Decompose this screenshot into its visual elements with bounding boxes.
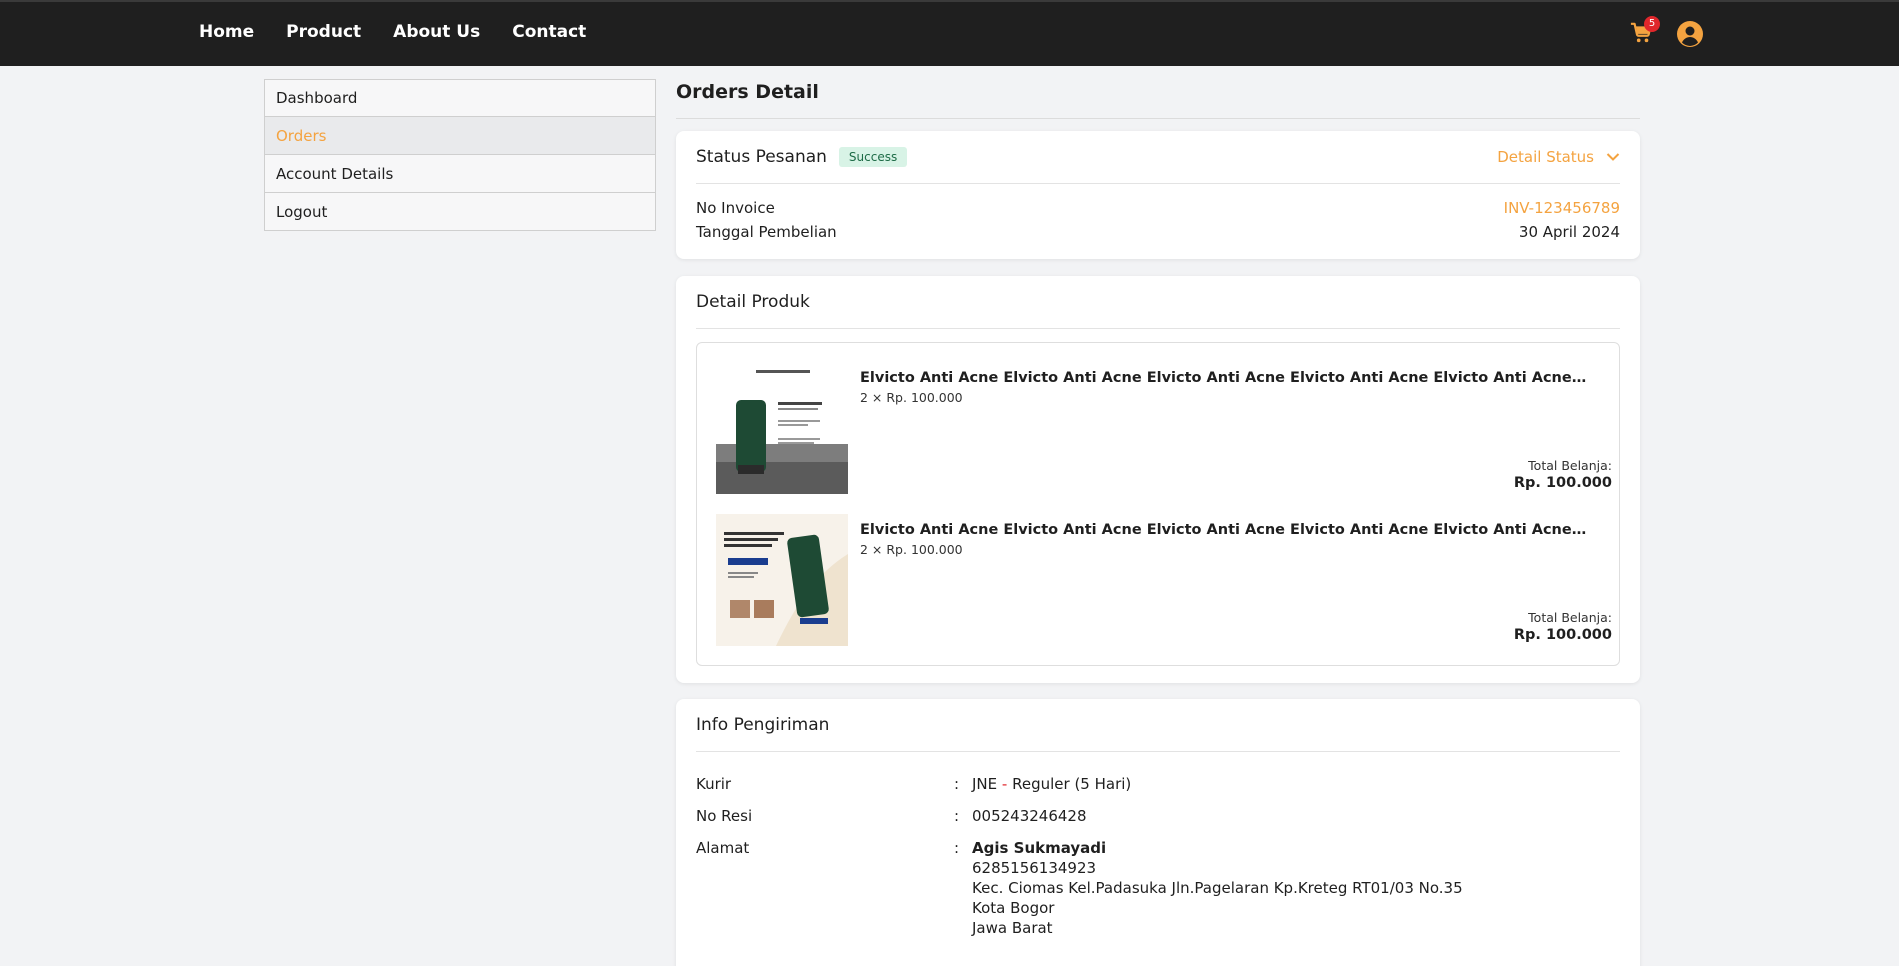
product-qty-price: 2 × Rp. 100.000 — [860, 390, 963, 405]
order-status-title: Status Pesanan — [696, 147, 827, 167]
tracking-number-row: No Resi : 005243246428 — [696, 806, 1620, 826]
tracking-number-value: 005243246428 — [972, 807, 1087, 825]
total-value: Rp. 100.000 — [1513, 627, 1612, 643]
recipient-name: Agis Sukmayadi — [972, 839, 1107, 857]
total-label: Total Belanja: — [1528, 458, 1612, 473]
order-status-header: Status Pesanan Success Detail Status — [696, 131, 1620, 184]
top-navbar: Home Product About Us Contact 5 — [0, 0, 1899, 66]
address-street: Kec. Ciomas Kel.Padasuka Jln.Pagelaran K… — [972, 879, 1463, 897]
user-account-button[interactable] — [1677, 21, 1703, 47]
recipient-phone: 6285156134923 — [972, 859, 1097, 877]
product-image[interactable] — [716, 362, 848, 494]
courier-row: Kurir : JNE - Reguler (5 Hari) — [696, 774, 1620, 794]
purchase-date-row: Tanggal Pembelian 30 April 2024 — [696, 220, 1620, 244]
nav-link-home[interactable]: Home — [199, 22, 254, 42]
sidebar-item-dashboard[interactable]: Dashboard — [264, 79, 656, 117]
shipping-details: Kurir : JNE - Reguler (5 Hari) No Resi :… — [696, 752, 1620, 938]
courier-value: JNE - Reguler (5 Hari) — [972, 774, 1620, 794]
sidebar-item-account-details[interactable]: Account Details — [264, 155, 656, 193]
list-item: Elvicto Anti Acne Elvicto Anti Acne Elvi… — [716, 514, 1616, 648]
address-province: Jawa Barat — [972, 919, 1053, 937]
status-badge: Success — [838, 147, 908, 167]
courier-name: JNE — [972, 775, 998, 793]
nav-link-about-us[interactable]: About Us — [393, 22, 480, 42]
chevron-down-icon — [1606, 153, 1620, 161]
order-status-details: No Invoice INV-123456789 Tanggal Pembeli… — [696, 184, 1620, 244]
product-name[interactable]: Elvicto Anti Acne Elvicto Anti Acne Elvi… — [860, 522, 1590, 538]
page-title: Orders Detail — [676, 79, 1640, 119]
courier-service: Reguler (5 Hari) — [1012, 775, 1132, 793]
shipping-info-title: Info Pengiriman — [696, 715, 830, 735]
detail-status-label: Detail Status — [1497, 148, 1594, 166]
cart-count-badge: 5 — [1644, 16, 1660, 32]
invoice-row: No Invoice INV-123456789 — [696, 196, 1620, 220]
account-sidebar: Dashboard Orders Account Details Logout — [264, 79, 656, 231]
courier-label: Kurir — [696, 775, 732, 793]
colon: : — [954, 807, 960, 825]
total-label: Total Belanja: — [1528, 610, 1612, 625]
colon: : — [954, 839, 960, 857]
nav-links: Home Product About Us Contact — [199, 22, 586, 42]
cart-button[interactable]: 5 — [1630, 16, 1660, 46]
colon: : — [954, 775, 960, 793]
shipping-info-header: Info Pengiriman — [696, 699, 1620, 752]
list-item: Elvicto Anti Acne Elvicto Anti Acne Elvi… — [716, 362, 1616, 496]
invoice-label: No Invoice — [696, 199, 775, 217]
product-detail-header: Detail Produk — [696, 276, 1620, 329]
user-circle-icon — [1677, 21, 1703, 47]
courier-separator: - — [1001, 775, 1008, 793]
address-label: Alamat — [696, 839, 750, 857]
address-value: Agis Sukmayadi 6285156134923 Kec. Ciomas… — [972, 838, 1620, 938]
product-name[interactable]: Elvicto Anti Acne Elvicto Anti Acne Elvi… — [860, 370, 1590, 386]
product-detail-title: Detail Produk — [696, 292, 810, 312]
sidebar-item-orders[interactable]: Orders — [264, 117, 656, 155]
invoice-number[interactable]: INV-123456789 — [1504, 199, 1620, 217]
product-image[interactable] — [716, 514, 848, 646]
total-value: Rp. 100.000 — [1513, 475, 1612, 491]
shipping-info-card: Info Pengiriman Kurir : JNE - Reguler (5… — [676, 699, 1640, 966]
nav-link-contact[interactable]: Contact — [512, 22, 586, 42]
purchase-date-value: 30 April 2024 — [1518, 223, 1620, 241]
nav-link-product[interactable]: Product — [286, 22, 361, 42]
product-detail-card: Detail Produk Elvicto Anti Acne Elvicto … — [676, 276, 1640, 683]
product-list: Elvicto Anti Acne Elvicto Anti Acne Elvi… — [696, 342, 1620, 666]
detail-status-toggle[interactable]: Detail Status — [1497, 148, 1620, 166]
purchase-date-label: Tanggal Pembelian — [696, 223, 837, 241]
sidebar-item-logout[interactable]: Logout — [264, 193, 656, 231]
address-city: Kota Bogor — [972, 899, 1055, 917]
product-qty-price: 2 × Rp. 100.000 — [860, 542, 963, 557]
tracking-number-label: No Resi — [696, 807, 753, 825]
main-content: Orders Detail Status Pesanan Success Det… — [676, 79, 1640, 966]
order-status-card: Status Pesanan Success Detail Status No … — [676, 131, 1640, 259]
address-row: Alamat : Agis Sukmayadi 6285156134923 Ke… — [696, 838, 1620, 938]
